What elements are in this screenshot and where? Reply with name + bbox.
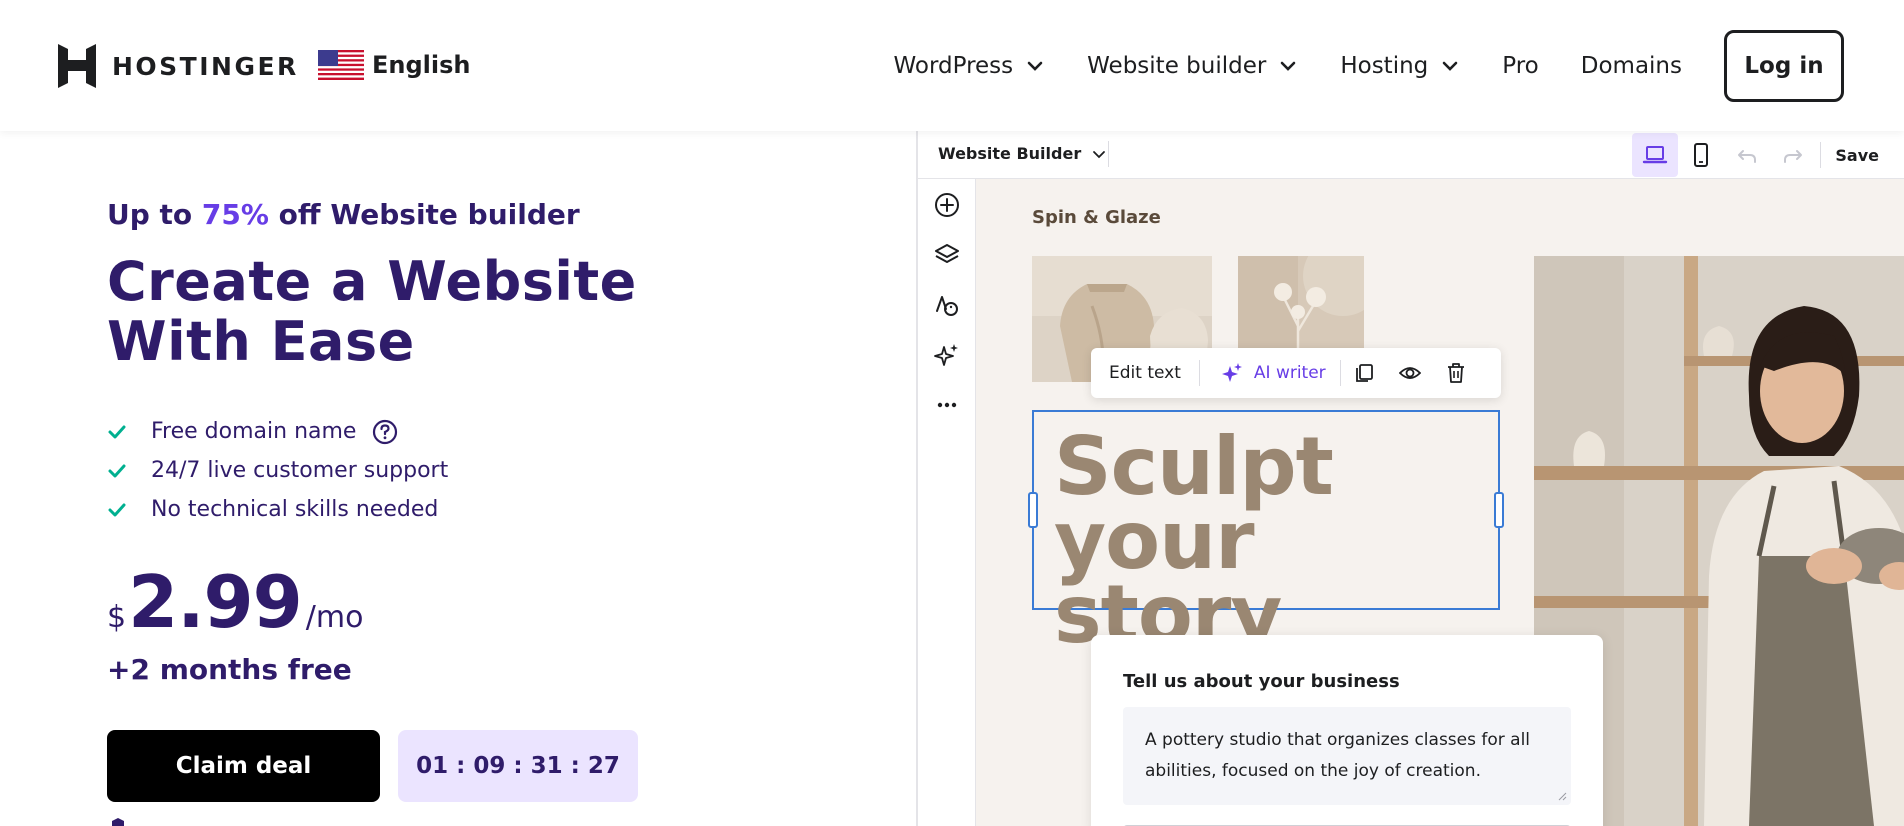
feature-item: Free domain name — [107, 412, 448, 451]
copy-icon — [1355, 364, 1373, 382]
trash-icon — [1447, 363, 1464, 383]
sparkles-icon — [934, 344, 958, 366]
nav-item-label: WordPress — [893, 53, 1014, 79]
site-heading: Sculpt your story — [1054, 420, 1498, 661]
nav-item-domains[interactable]: Domains — [1581, 53, 1682, 79]
language-label: English — [372, 51, 471, 79]
feature-item: No technical skills needed — [107, 490, 448, 529]
hostinger-logo-icon — [58, 44, 96, 88]
nav-item-label: Website builder — [1087, 53, 1267, 79]
plus-circle-icon — [935, 193, 959, 217]
claim-deal-button[interactable]: Claim deal — [107, 730, 380, 802]
chevron-down-icon — [1027, 61, 1043, 71]
feature-item: 24/7 live customer support — [107, 451, 448, 490]
text-edit-toolbar: Edit text AI writer — [1091, 348, 1501, 398]
nav-item-website-builder[interactable]: Website builder — [1087, 53, 1298, 79]
mobile-view-button[interactable] — [1678, 133, 1724, 177]
login-button[interactable]: Log in — [1724, 30, 1844, 102]
business-description-card: Tell us about your business A pottery st… — [1091, 635, 1603, 826]
site-heading-line-1: Sculpt — [1054, 420, 1334, 513]
feature-list: Free domain name 24/7 live customer supp… — [107, 412, 448, 529]
builder-title-dropdown[interactable]: Website Builder — [938, 144, 1107, 163]
more-options-button[interactable] — [932, 390, 962, 420]
selected-heading-block[interactable]: Sculpt your story — [1028, 410, 1504, 655]
price-currency: $ — [107, 600, 127, 635]
builder-title: Website Builder — [938, 144, 1082, 163]
layers-icon — [935, 244, 959, 263]
ai-writer-label: AI writer — [1253, 363, 1326, 383]
nav-item-wordpress[interactable]: WordPress — [894, 53, 1046, 79]
layers-button[interactable] — [932, 240, 962, 270]
builder-canvas: Spin & Glaze Edit text AI writer Sculpt … — [976, 179, 1904, 826]
desktop-view-button[interactable] — [1632, 133, 1679, 177]
top-navbar: HOSTINGER English WordPress Website buil… — [0, 0, 1904, 131]
chevron-down-icon — [1093, 150, 1106, 158]
nav-item-pro[interactable]: Pro — [1502, 53, 1539, 79]
feature-label: No technical skills needed — [151, 497, 439, 522]
brand-name: HOSTINGER — [112, 51, 299, 81]
chevron-down-icon — [1281, 61, 1296, 71]
price-period: /mo — [305, 600, 364, 635]
promo-line: Up to 75% off Website builder — [107, 198, 580, 231]
countdown-timer: 01 : 09 : 31 : 27 — [398, 730, 638, 802]
main-nav: WordPress Website builder Hosting Pro Do… — [894, 30, 1844, 102]
promo-prefix: Up to — [107, 198, 202, 231]
check-icon — [108, 425, 126, 438]
toolbar-divider — [1820, 142, 1822, 168]
check-icon — [108, 503, 126, 516]
edit-text-button[interactable]: Edit text — [1091, 363, 1199, 383]
undo-icon — [1738, 150, 1757, 163]
resize-grip-icon[interactable] — [1557, 791, 1567, 801]
nav-item-label: Pro — [1502, 53, 1539, 79]
shield-icon — [112, 818, 124, 826]
resize-handle-left[interactable] — [1028, 492, 1038, 528]
us-flag-icon — [318, 50, 364, 80]
hero-headline: Create a Website With Ease — [107, 250, 637, 373]
eye-icon — [1398, 367, 1421, 379]
nav-item-hosting[interactable]: Hosting — [1340, 53, 1460, 79]
site-name[interactable]: Spin & Glaze — [1032, 207, 1161, 228]
redo-icon — [1784, 150, 1803, 163]
toolbar-actions: Save — [1632, 131, 1904, 179]
question-circle-icon[interactable] — [372, 419, 398, 445]
builder-toolbar: Website Builder Save — [918, 131, 1904, 179]
delete-button[interactable] — [1433, 350, 1479, 396]
check-icon — [108, 464, 126, 477]
business-description-label: Tell us about your business — [1123, 671, 1400, 692]
styles-button[interactable] — [932, 290, 962, 320]
add-element-button[interactable] — [932, 190, 962, 220]
price-display: $ 2.99 /mo — [107, 560, 363, 644]
redo-button[interactable] — [1770, 133, 1816, 177]
toolbar-divider — [1108, 141, 1109, 167]
nav-item-label: Domains — [1580, 53, 1682, 79]
business-description-input[interactable]: A pottery studio that organizes classes … — [1123, 707, 1571, 805]
feature-label: Free domain name — [151, 419, 357, 444]
bonus-text: +2 months free — [107, 653, 352, 686]
promo-suffix: off Website builder — [268, 198, 580, 231]
sparkles-icon — [1221, 363, 1242, 382]
builder-preview: Website Builder Save Spin & Glaze Edit t… — [916, 131, 1904, 826]
price-amount: 2.99 — [128, 560, 303, 644]
promo-discount: 75% — [201, 198, 269, 231]
chevron-down-icon — [1442, 61, 1458, 71]
phone-icon — [1694, 143, 1709, 167]
visibility-button[interactable] — [1387, 350, 1433, 396]
more-dots-icon — [937, 402, 957, 408]
undo-button[interactable] — [1724, 133, 1770, 177]
feature-label: 24/7 live customer support — [151, 458, 449, 483]
nav-item-label: Hosting — [1340, 53, 1429, 79]
laptop-icon — [1643, 146, 1668, 164]
builder-sidebar — [918, 179, 976, 826]
save-button[interactable]: Save — [1835, 146, 1879, 165]
site-heading-line-2: your story — [1054, 494, 1282, 661]
brand-logo[interactable]: HOSTINGER — [58, 44, 299, 88]
ai-writer-button[interactable]: AI writer — [1200, 361, 1340, 385]
language-selector[interactable]: English — [318, 50, 470, 80]
duplicate-button[interactable] — [1341, 350, 1387, 396]
palette-icon — [936, 296, 958, 316]
ai-tools-button[interactable] — [932, 340, 962, 370]
